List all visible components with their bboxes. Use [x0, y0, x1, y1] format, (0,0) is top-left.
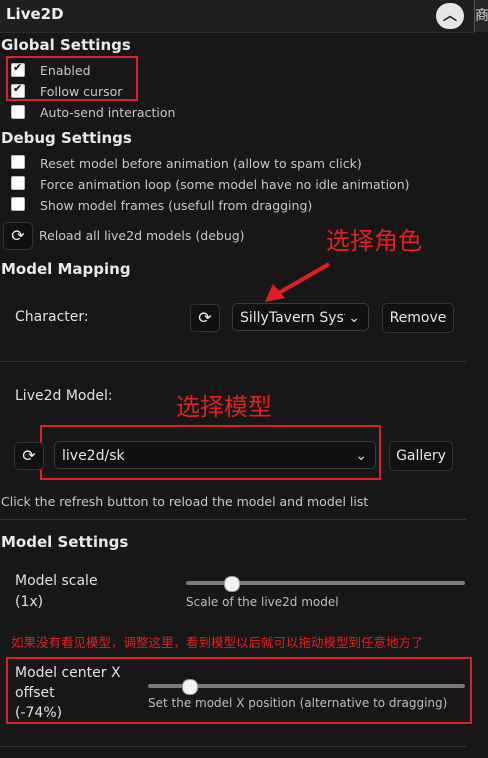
divider: [0, 361, 466, 362]
model-offset-value: (-74%): [15, 705, 63, 721]
auto-send-checkbox[interactable]: [11, 105, 25, 119]
refresh-model-button[interactable]: ⟳: [14, 442, 44, 470]
refresh-icon: ⟳: [11, 226, 25, 245]
global-settings-title: Global Settings: [1, 36, 131, 54]
live2d-model-label: Live2d Model:: [15, 388, 113, 404]
character-select[interactable]: SillyTavern Syst ⌄: [232, 303, 369, 331]
reset-model-checkbox[interactable]: [11, 155, 25, 169]
model-select-value: live2d/sk: [62, 448, 125, 464]
model-offset-label-line1: Model center X: [15, 665, 121, 681]
model-scale-value: (1x): [15, 594, 44, 610]
force-loop-checkbox[interactable]: [11, 176, 25, 190]
side-tab[interactable]: 商: [474, 0, 488, 32]
annotation-select-model: 选择模型: [176, 393, 272, 421]
reload-all-button[interactable]: ⟳: [3, 222, 33, 250]
gallery-button[interactable]: Gallery: [389, 441, 453, 471]
reset-model-label: Reset model before animation (allow to s…: [40, 156, 362, 171]
highlight-box-global: [6, 56, 138, 101]
model-scale-description: Scale of the live2d model: [186, 595, 339, 609]
refresh-character-button[interactable]: ⟳: [190, 304, 220, 332]
refresh-hint: Click the refresh button to reload the m…: [1, 494, 369, 509]
force-loop-label: Force animation loop (some model have no…: [40, 177, 410, 192]
model-settings-title: Model Settings: [1, 533, 129, 551]
refresh-icon: ⟳: [198, 308, 212, 327]
divider: [0, 519, 466, 520]
divider: [0, 746, 466, 747]
chevron-up-icon[interactable]: ︿: [436, 3, 464, 29]
character-label: Character:: [15, 309, 89, 325]
model-offset-slider-thumb[interactable]: [182, 679, 199, 695]
refresh-icon: ⟳: [22, 446, 36, 465]
model-offset-description: Set the model X position (alternative to…: [148, 696, 448, 710]
model-mapping-title: Model Mapping: [1, 260, 131, 278]
auto-send-label: Auto-send interaction: [40, 105, 176, 120]
show-frames-label: Show model frames (usefull from dragging…: [40, 198, 313, 213]
chevron-down-icon: ⌄: [345, 304, 360, 330]
show-frames-checkbox[interactable]: [11, 197, 25, 211]
model-offset-label-line2: offset: [15, 685, 55, 701]
debug-settings-title: Debug Settings: [1, 129, 132, 147]
annotation-offset-hint: 如果没有看见模型，调整这里，看到模型以后就可以拖动模型到任意地方了: [11, 635, 424, 650]
reload-all-label: Reload all live2d models (debug): [39, 228, 245, 243]
chevron-down-icon: ⌄: [355, 448, 367, 464]
panel-title: Live2D: [6, 5, 64, 23]
character-select-value: SillyTavern Syst: [240, 310, 350, 326]
drawer-header[interactable]: [0, 0, 474, 33]
annotation-select-character: 选择角色: [326, 227, 422, 255]
annotation-arrow: [265, 262, 330, 302]
remove-button[interactable]: Remove: [382, 303, 454, 333]
model-scale-label: Model scale: [15, 573, 98, 589]
model-select[interactable]: live2d/sk ⌄: [54, 441, 376, 469]
model-scale-slider-thumb[interactable]: [223, 576, 240, 592]
